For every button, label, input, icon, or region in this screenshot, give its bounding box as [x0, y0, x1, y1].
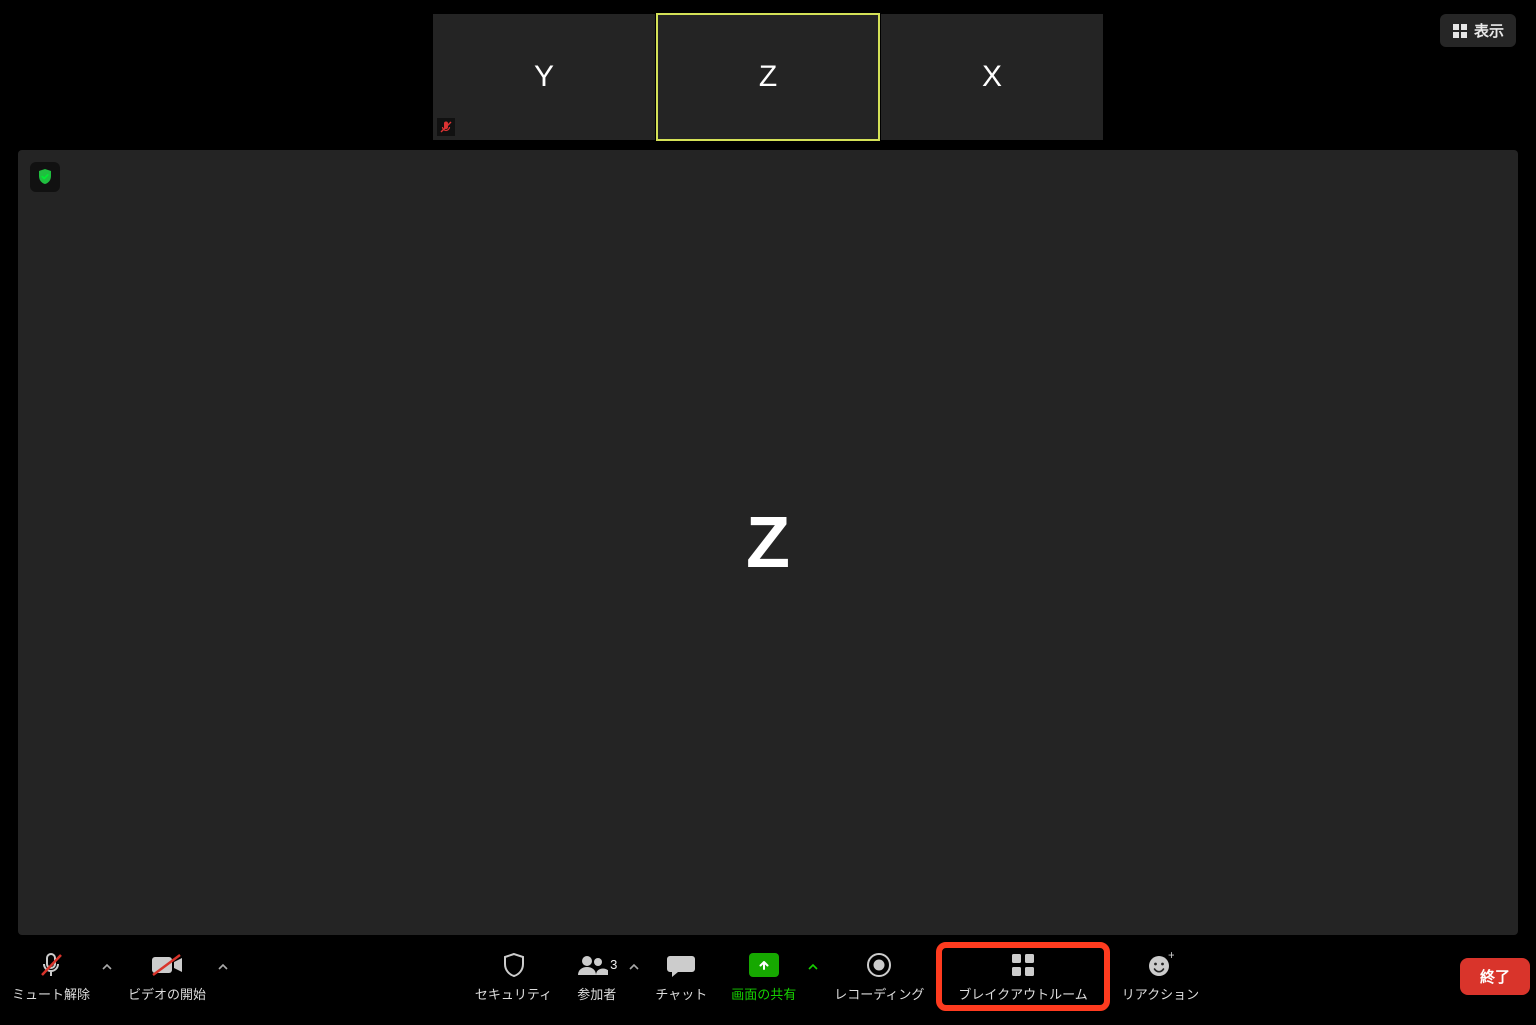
- participant-thumbnail[interactable]: Z: [657, 14, 879, 140]
- breakout-rooms-icon: [1010, 950, 1036, 980]
- record-icon: [866, 950, 892, 980]
- mic-muted-icon: [36, 950, 66, 980]
- breakout-rooms-label: ブレイクアウトルーム: [958, 984, 1087, 1003]
- record-button[interactable]: レコーディング: [822, 950, 936, 1003]
- security-label: セキュリティ: [475, 984, 552, 1003]
- participant-thumbnail-row: Y Z X: [433, 14, 1103, 140]
- participant-thumbnail[interactable]: Y: [433, 14, 655, 140]
- reactions-button[interactable]: + リアクション: [1110, 950, 1211, 1003]
- active-speaker-letter: Z: [746, 502, 790, 584]
- participants-icon: 3: [576, 950, 617, 980]
- breakout-rooms-button[interactable]: ブレイクアウトルーム: [946, 950, 1099, 1003]
- chevron-up-icon: [808, 962, 818, 972]
- grid-icon: [1452, 23, 1468, 39]
- mute-button[interactable]: ミュート解除: [0, 950, 102, 1003]
- security-button[interactable]: セキュリティ: [463, 950, 564, 1003]
- svg-text:+: +: [1168, 951, 1174, 962]
- zoom-meeting-window: 表示 Y Z X Z ミュート解除: [0, 0, 1536, 1025]
- video-button[interactable]: ビデオの開始: [116, 950, 218, 1003]
- participant-letter: X: [982, 60, 1002, 94]
- shield-icon: [500, 950, 528, 980]
- mute-options-caret[interactable]: [98, 962, 116, 972]
- mute-label: ミュート解除: [12, 984, 90, 1003]
- participants-options-caret[interactable]: [625, 962, 643, 972]
- reactions-icon: +: [1146, 950, 1174, 980]
- chat-button[interactable]: チャット: [643, 950, 719, 1003]
- video-label: ビデオの開始: [128, 984, 206, 1003]
- view-button-label: 表示: [1474, 20, 1504, 41]
- participant-letter: Y: [534, 60, 554, 94]
- participant-thumbnail[interactable]: X: [881, 14, 1103, 140]
- share-screen-button[interactable]: 画面の共有: [719, 950, 808, 1003]
- shield-check-icon: [36, 168, 54, 186]
- muted-mic-icon: [437, 118, 455, 136]
- end-meeting-button[interactable]: 終了: [1460, 958, 1530, 995]
- share-screen-icon: [749, 950, 779, 980]
- camera-off-icon: [150, 950, 184, 980]
- top-right-controls: 表示: [1440, 14, 1516, 47]
- participants-button[interactable]: 3 参加者: [564, 950, 629, 1003]
- meeting-toolbar: ミュート解除 ビデオの開始 セキュリティ 3 参加者: [0, 937, 1536, 1015]
- end-meeting-label: 終了: [1480, 969, 1510, 986]
- encryption-badge[interactable]: [30, 162, 60, 192]
- chevron-up-icon: [102, 962, 112, 972]
- participants-count: 3: [610, 957, 617, 972]
- share-options-caret[interactable]: [804, 962, 822, 972]
- chat-label: チャット: [655, 984, 707, 1003]
- participant-letter: Z: [759, 60, 777, 94]
- participants-label: 参加者: [577, 984, 616, 1003]
- active-speaker-view: Z: [18, 150, 1518, 935]
- view-button[interactable]: 表示: [1440, 14, 1516, 47]
- record-label: レコーディング: [834, 984, 924, 1003]
- video-options-caret[interactable]: [214, 962, 232, 972]
- chevron-up-icon: [218, 962, 228, 972]
- chevron-up-icon: [629, 962, 639, 972]
- annotation-highlight: ブレイクアウトルーム: [936, 942, 1109, 1011]
- chat-icon: [666, 950, 696, 980]
- share-screen-label: 画面の共有: [731, 984, 796, 1003]
- reactions-label: リアクション: [1122, 984, 1199, 1003]
